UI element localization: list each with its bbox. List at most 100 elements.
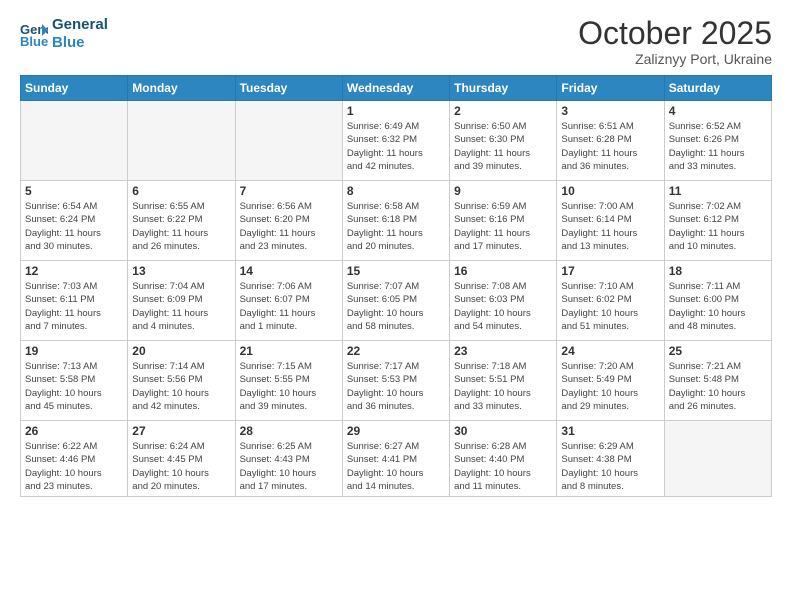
day-number: 12 [25,264,123,278]
day-info: Sunrise: 7:18 AM Sunset: 5:51 PM Dayligh… [454,360,552,413]
day-number: 25 [669,344,767,358]
day-number: 2 [454,104,552,118]
day-number: 6 [132,184,230,198]
day-info: Sunrise: 6:29 AM Sunset: 4:38 PM Dayligh… [561,440,659,493]
day-info: Sunrise: 7:11 AM Sunset: 6:00 PM Dayligh… [669,280,767,333]
day-info: Sunrise: 7:03 AM Sunset: 6:11 PM Dayligh… [25,280,123,333]
calendar-day-header: Tuesday [235,76,342,101]
calendar-cell [664,421,771,497]
calendar-cell: 18 Sunrise: 7:11 AM Sunset: 6:00 PM Dayli… [664,261,771,341]
day-number: 9 [454,184,552,198]
day-number: 7 [240,184,338,198]
calendar-cell: 27Sunrise: 6:24 AM Sunset: 4:45 PM Dayli… [128,421,235,497]
calendar-cell: 30 Sunrise: 6:28 AM Sunset: 4:40 PM Dayli… [450,421,557,497]
day-info: Sunrise: 7:00 AM Sunset: 6:14 PM Dayligh… [561,200,659,253]
calendar-table: SundayMondayTuesdayWednesdayThursdayFrid… [20,75,772,497]
day-info: Sunrise: 7:04 AM Sunset: 6:09 PM Dayligh… [132,280,230,333]
calendar-cell: 23Sunrise: 7:18 AM Sunset: 5:51 PM Dayli… [450,341,557,421]
calendar-week-row: 19 Sunrise: 7:13 AM Sunset: 5:58 PM Dayli… [21,341,772,421]
calendar-cell: 19 Sunrise: 7:13 AM Sunset: 5:58 PM Dayli… [21,341,128,421]
calendar-cell: 11Sunrise: 7:02 AM Sunset: 6:12 PM Dayli… [664,181,771,261]
location-subtitle: Zaliznyy Port, Ukraine [578,51,772,67]
day-info: Sunrise: 7:20 AM Sunset: 5:49 PM Dayligh… [561,360,659,413]
header: General Blue General Blue October 2025 Z… [20,16,772,67]
day-number: 17 [561,264,659,278]
day-number: 20 [132,344,230,358]
calendar-week-row: 26 Sunrise: 6:22 AM Sunset: 4:46 PM Dayli… [21,421,772,497]
calendar-cell: 16Sunrise: 7:08 AM Sunset: 6:03 PM Dayli… [450,261,557,341]
calendar-week-row: 1 Sunrise: 6:49 AM Sunset: 6:32 PM Daylig… [21,101,772,181]
day-number: 28 [240,424,338,438]
day-info: Sunrise: 6:27 AM Sunset: 4:41 PM Dayligh… [347,440,445,493]
calendar-day-header: Friday [557,76,664,101]
calendar-cell [128,101,235,181]
day-info: Sunrise: 6:52 AM Sunset: 6:26 PM Dayligh… [669,120,767,173]
calendar-cell: 1 Sunrise: 6:49 AM Sunset: 6:32 PM Daylig… [342,101,449,181]
calendar-day-header: Thursday [450,76,557,101]
day-info: Sunrise: 7:06 AM Sunset: 6:07 PM Dayligh… [240,280,338,333]
day-info: Sunrise: 6:28 AM Sunset: 4:40 PM Dayligh… [454,440,552,493]
title-block: October 2025 Zaliznyy Port, Ukraine [578,16,772,67]
day-info: Sunrise: 6:51 AM Sunset: 6:28 PM Dayligh… [561,120,659,173]
day-info: Sunrise: 7:17 AM Sunset: 5:53 PM Dayligh… [347,360,445,413]
calendar-cell: 24 Sunrise: 7:20 AM Sunset: 5:49 PM Dayli… [557,341,664,421]
day-info: Sunrise: 7:13 AM Sunset: 5:58 PM Dayligh… [25,360,123,413]
day-number: 30 [454,424,552,438]
day-info: Sunrise: 6:22 AM Sunset: 4:46 PM Dayligh… [25,440,123,493]
month-title: October 2025 [578,16,772,51]
day-number: 29 [347,424,445,438]
day-number: 24 [561,344,659,358]
day-number: 1 [347,104,445,118]
calendar-cell: 29 Sunrise: 6:27 AM Sunset: 4:41 PM Dayli… [342,421,449,497]
day-number: 15 [347,264,445,278]
day-number: 26 [25,424,123,438]
day-info: Sunrise: 6:24 AM Sunset: 4:45 PM Dayligh… [132,440,230,493]
day-number: 3 [561,104,659,118]
calendar-cell: 2 Sunrise: 6:50 AM Sunset: 6:30 PM Daylig… [450,101,557,181]
svg-text:Blue: Blue [20,34,48,48]
calendar-day-header: Monday [128,76,235,101]
day-number: 22 [347,344,445,358]
day-number: 19 [25,344,123,358]
day-info: Sunrise: 7:21 AM Sunset: 5:48 PM Dayligh… [669,360,767,413]
calendar-cell: 10Sunrise: 7:00 AM Sunset: 6:14 PM Dayli… [557,181,664,261]
day-number: 31 [561,424,659,438]
day-number: 5 [25,184,123,198]
calendar-cell: 6Sunrise: 6:55 AM Sunset: 6:22 PM Daylig… [128,181,235,261]
day-info: Sunrise: 6:58 AM Sunset: 6:18 PM Dayligh… [347,200,445,253]
day-info: Sunrise: 7:10 AM Sunset: 6:02 PM Dayligh… [561,280,659,333]
calendar-header-row: SundayMondayTuesdayWednesdayThursdayFrid… [21,76,772,101]
calendar-cell: 7 Sunrise: 6:56 AM Sunset: 6:20 PM Daylig… [235,181,342,261]
day-number: 4 [669,104,767,118]
day-info: Sunrise: 6:50 AM Sunset: 6:30 PM Dayligh… [454,120,552,173]
calendar-cell: 14 Sunrise: 7:06 AM Sunset: 6:07 PM Dayli… [235,261,342,341]
calendar-cell: 17 Sunrise: 7:10 AM Sunset: 6:02 PM Dayli… [557,261,664,341]
calendar-cell: 12 Sunrise: 7:03 AM Sunset: 6:11 PM Dayli… [21,261,128,341]
calendar-cell [235,101,342,181]
calendar-cell: 5Sunrise: 6:54 AM Sunset: 6:24 PM Daylig… [21,181,128,261]
day-info: Sunrise: 7:15 AM Sunset: 5:55 PM Dayligh… [240,360,338,413]
calendar-cell: 4 Sunrise: 6:52 AM Sunset: 6:26 PM Daylig… [664,101,771,181]
day-info: Sunrise: 7:07 AM Sunset: 6:05 PM Dayligh… [347,280,445,333]
calendar-day-header: Sunday [21,76,128,101]
calendar-cell: 13 Sunrise: 7:04 AM Sunset: 6:09 PM Dayli… [128,261,235,341]
day-info: Sunrise: 6:56 AM Sunset: 6:20 PM Dayligh… [240,200,338,253]
calendar-cell: 31 Sunrise: 6:29 AM Sunset: 4:38 PM Dayli… [557,421,664,497]
day-number: 18 [669,264,767,278]
calendar-cell: 20Sunrise: 7:14 AM Sunset: 5:56 PM Dayli… [128,341,235,421]
calendar-cell: 8 Sunrise: 6:58 AM Sunset: 6:18 PM Daylig… [342,181,449,261]
calendar-cell: 28Sunrise: 6:25 AM Sunset: 4:43 PM Dayli… [235,421,342,497]
calendar-cell: 21Sunrise: 7:15 AM Sunset: 5:55 PM Dayli… [235,341,342,421]
day-info: Sunrise: 6:59 AM Sunset: 6:16 PM Dayligh… [454,200,552,253]
day-number: 8 [347,184,445,198]
logo: General Blue General Blue [20,16,108,52]
day-info: Sunrise: 6:49 AM Sunset: 6:32 PM Dayligh… [347,120,445,173]
calendar-page: General Blue General Blue October 2025 Z… [0,0,792,612]
day-info: Sunrise: 7:08 AM Sunset: 6:03 PM Dayligh… [454,280,552,333]
calendar-cell: 9 Sunrise: 6:59 AM Sunset: 6:16 PM Daylig… [450,181,557,261]
calendar-cell: 22 Sunrise: 7:17 AM Sunset: 5:53 PM Dayli… [342,341,449,421]
day-number: 13 [132,264,230,278]
logo-text: General Blue [52,16,108,52]
logo-icon: General Blue [20,20,48,48]
day-number: 14 [240,264,338,278]
